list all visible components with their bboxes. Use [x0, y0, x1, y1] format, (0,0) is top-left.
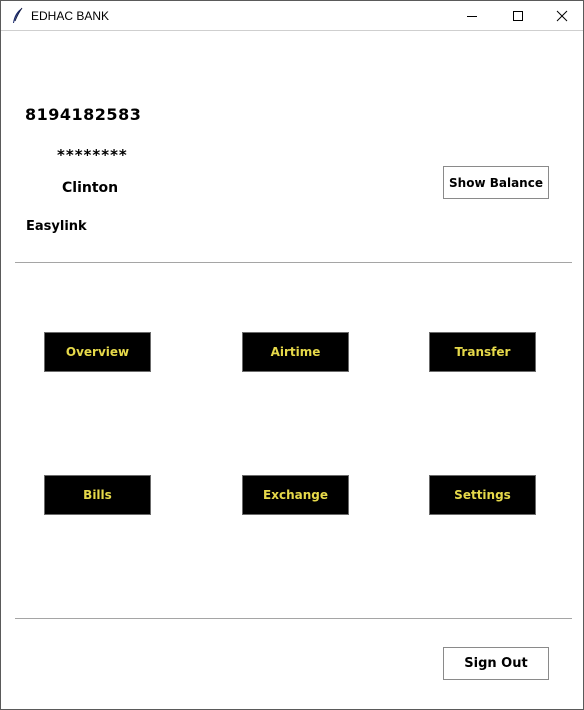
- account-holder-name: Clinton: [62, 180, 119, 196]
- show-balance-button[interactable]: Show Balance: [443, 166, 549, 199]
- feather-icon: [13, 7, 23, 23]
- minimize-icon: [467, 16, 477, 17]
- account-number: 8194182583: [25, 105, 142, 124]
- masked-balance: ********: [57, 146, 128, 164]
- maximize-button[interactable]: [495, 1, 541, 31]
- close-icon: [556, 10, 568, 22]
- minimize-button[interactable]: [449, 1, 495, 31]
- airtime-button[interactable]: Airtime: [242, 332, 349, 372]
- overview-button[interactable]: Overview: [44, 332, 151, 372]
- top-divider: [15, 262, 572, 263]
- maximize-icon: [513, 11, 523, 21]
- settings-button[interactable]: Settings: [429, 475, 536, 515]
- window-title: EDHAC BANK: [31, 9, 110, 23]
- close-button[interactable]: [539, 1, 584, 31]
- transfer-button[interactable]: Transfer: [429, 332, 536, 372]
- app-window: EDHAC BANK 8194182583 ******** Clinton E…: [0, 0, 584, 710]
- sign-out-button[interactable]: Sign Out: [443, 647, 549, 680]
- exchange-button[interactable]: Exchange: [242, 475, 349, 515]
- title-bar[interactable]: EDHAC BANK: [1, 0, 583, 31]
- bills-button[interactable]: Bills: [44, 475, 151, 515]
- bottom-divider: [15, 618, 572, 619]
- bank-name: Easylink: [26, 219, 87, 234]
